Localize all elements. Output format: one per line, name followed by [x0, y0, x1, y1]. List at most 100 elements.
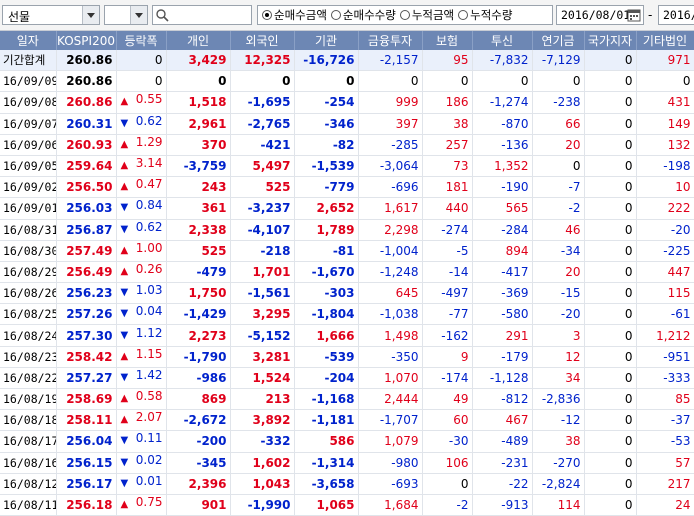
table-row[interactable]: 16/08/29 256.49 ▲ 0.26 -479 1,701 -1,670 -1,248…	[0, 261, 694, 284]
column-header[interactable]: 국가지자	[584, 31, 637, 50]
radio-cumulative-amount[interactable]: 누적금액	[399, 7, 454, 23]
value-cell: 20	[532, 261, 585, 284]
column-header[interactable]: 투신	[472, 31, 533, 50]
table-row[interactable]: 16/08/12 256.17 ▼ 0.01 2,396 1,043 -3,658 -693 0…	[0, 473, 694, 495]
sub-select[interactable]	[104, 5, 148, 25]
summary-row[interactable]: 기간합계 260.86 0 3,429 12,325 -16,726 -2,157 95 -7,…	[0, 50, 694, 72]
value-cell: -1,004	[358, 240, 423, 262]
column-header[interactable]: 등락폭	[116, 31, 167, 50]
value-cell: -5	[422, 240, 473, 262]
date-cell: 16/09/08	[0, 91, 57, 114]
value-cell: -254	[294, 91, 359, 114]
change-value: 0.62	[135, 219, 163, 234]
table-row[interactable]: 16/08/16 256.15 ▼ 0.02 -345 1,602 -1,314 -980 10…	[0, 452, 694, 474]
value-cell: 971	[636, 50, 694, 72]
value-cell: -345	[166, 452, 231, 474]
radio-cumulative-quantity[interactable]: 누적수량	[458, 7, 512, 23]
table-row[interactable]: 16/08/30 257.49 ▲ 1.00 525 -218 -81 -1,004 -5 894…	[0, 240, 694, 262]
value-cell: 60	[422, 409, 473, 432]
kospi-cell: 257.26	[56, 303, 117, 326]
search-icon[interactable]	[155, 8, 169, 22]
down-triangle-icon: ▼	[120, 477, 129, 489]
value-cell: 95	[422, 50, 473, 72]
value-cell: -1,561	[230, 282, 295, 305]
date-cell: 16/08/16	[0, 452, 57, 474]
value-cell: 645	[358, 282, 423, 305]
value-cell: -1,181	[294, 409, 359, 432]
kospi-cell: 260.86	[56, 50, 117, 72]
value-cell: -136	[472, 134, 533, 156]
table-row[interactable]: 16/08/31 256.87 ▼ 0.62 2,338 -4,107 1,789 2,298…	[0, 219, 694, 241]
value-cell: 2,298	[358, 219, 423, 241]
table-row[interactable]: 16/08/26 256.23 ▼ 1.03 1,750 -1,561 -303 645 -49…	[0, 282, 694, 305]
column-header[interactable]: 보험	[422, 31, 473, 50]
table-row[interactable]: 16/09/09 260.86 0 0 0 0 0 0 0 0 0 0	[0, 70, 694, 93]
date-cell: 기간합계	[0, 50, 57, 72]
column-header[interactable]: 연기금	[532, 31, 585, 50]
change-value: 0.04	[135, 304, 163, 319]
table-row[interactable]: 16/09/08 260.86 ▲ 0.55 1,518 -1,695 -254 999 186…	[0, 91, 694, 114]
table-row[interactable]: 16/08/22 257.27 ▼ 1.42 -986 1,524 -204 1,070 -17…	[0, 367, 694, 390]
value-cell: 0	[584, 134, 637, 156]
value-cell: -417	[472, 261, 533, 284]
table-row[interactable]: 16/08/18 258.11 ▲ 2.07 -2,672 3,892 -1,181 -1,7…	[0, 409, 694, 432]
value-cell: 257	[422, 134, 473, 156]
column-header[interactable]: 일자	[0, 31, 57, 50]
value-cell: 0	[584, 452, 637, 474]
up-triangle-icon: ▲	[120, 350, 129, 362]
radio-selected-icon[interactable]	[262, 10, 272, 20]
value-cell: -20	[636, 219, 694, 241]
start-date-field[interactable]: 2016/08/01	[556, 5, 644, 25]
kospi-cell: 258.69	[56, 388, 117, 411]
value-cell: -53	[636, 430, 694, 453]
change-cell: ▼ 0.02	[116, 452, 167, 474]
table-row[interactable]: 16/08/17 256.04 ▼ 0.11 -200 -332 586 1,079 -30 -4…	[0, 430, 694, 453]
value-cell: 2,652	[294, 197, 359, 220]
table-row[interactable]: 16/08/11 256.18 ▲ 0.75 901 -1,990 1,065 1,684 -2…	[0, 494, 694, 516]
table-row[interactable]: 16/09/01 256.03 ▼ 0.84 361 -3,237 2,652 1,617 44…	[0, 197, 694, 220]
radio-icon[interactable]	[458, 10, 469, 20]
table-row[interactable]: 16/08/24 257.30 ▼ 1.12 2,273 -5,152 1,666 1,498…	[0, 324, 694, 347]
value-cell: -779	[294, 176, 359, 199]
change-cell: ▲ 0.55	[116, 91, 167, 114]
value-cell: 0	[294, 70, 359, 93]
radio-icon[interactable]	[399, 10, 410, 20]
table-row[interactable]: 16/09/05 259.64 ▲ 3.14 -3,759 5,497 -1,539 -3,0…	[0, 155, 694, 178]
change-value: 0.01	[135, 473, 163, 488]
change-value: 1.12	[135, 325, 163, 340]
value-cell: 5,497	[230, 155, 295, 178]
value-cell: 66	[532, 113, 585, 135]
calendar-icon[interactable]	[626, 7, 642, 23]
radio-net-buy-quantity[interactable]: 순매수수량	[330, 7, 396, 23]
value-cell: -951	[636, 346, 694, 368]
value-cell: -198	[636, 155, 694, 178]
search-input[interactable]	[152, 5, 252, 25]
column-header[interactable]: 외국인	[230, 31, 295, 50]
table-row[interactable]: 16/09/07 260.31 ▼ 0.62 2,961 -2,765 -346 397 38-…	[0, 113, 694, 135]
end-date-field[interactable]: 2016/	[658, 5, 694, 25]
column-header[interactable]: KOSPI200	[56, 31, 117, 50]
table-row[interactable]: 16/09/02 256.50 ▲ 0.47 243 525 -779 -696 181 -190…	[0, 176, 694, 199]
table-row[interactable]: 16/08/19 258.69 ▲ 0.58 869 213 -1,168 2,444 49 -8…	[0, 388, 694, 411]
change-value: 0.62	[135, 113, 163, 128]
chevron-down-icon[interactable]	[130, 6, 147, 24]
radio-net-buy-amount[interactable]: 순매수금액	[262, 7, 327, 23]
value-cell: 24	[636, 494, 694, 516]
column-header[interactable]: 기타법인	[636, 31, 694, 50]
value-cell: 0	[532, 155, 585, 178]
table-row[interactable]: 16/08/23 258.42 ▲ 1.15 -1,790 3,281 -539 -350 9-…	[0, 346, 694, 368]
radio-icon[interactable]	[330, 10, 341, 20]
market-select[interactable]: 선물	[2, 5, 100, 25]
date-cell: 16/08/18	[0, 409, 57, 432]
column-header[interactable]: 금융투자	[358, 31, 423, 50]
value-cell: 0	[584, 324, 637, 347]
toolbar: 선물 순매수금액 순매수수량 누적금액 누적수량 2016/08/01 - 20…	[0, 0, 694, 31]
chevron-down-icon[interactable]	[82, 6, 99, 24]
value-cell: -274	[422, 219, 473, 241]
column-header[interactable]: 기관	[294, 31, 359, 50]
value-cell: -5,152	[230, 324, 295, 347]
table-row[interactable]: 16/09/06 260.93 ▲ 1.29 370 -421 -82 -285 257 -136…	[0, 134, 694, 156]
column-header[interactable]: 개인	[166, 31, 231, 50]
table-row[interactable]: 16/08/25 257.26 ▼ 0.04 -1,429 3,295 -1,804 -1,0…	[0, 303, 694, 326]
change-cell: ▼ 0.62	[116, 113, 167, 135]
